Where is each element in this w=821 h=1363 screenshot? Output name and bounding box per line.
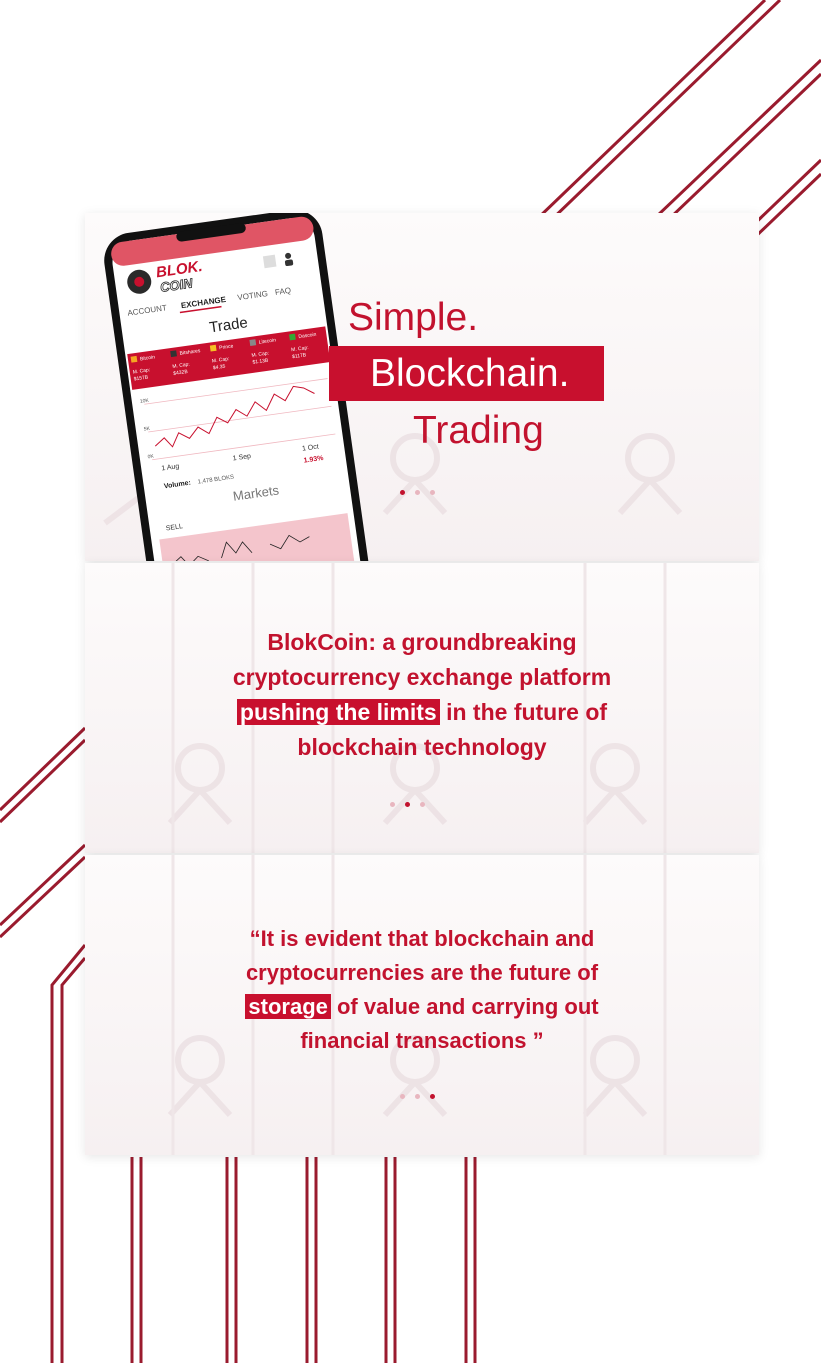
carousel-dot-1[interactable] [400,1094,405,1099]
quote-text: “It is evident that blockchain and crypt… [85,922,759,1058]
carousel-dot-1[interactable] [390,802,395,807]
headline-blockchain: Blockchain. [370,352,570,395]
hero-card: BLOK. COIN ACCOUNT EXCHANGE VOTING FAQ T… [85,213,759,561]
carousel-dots [400,1094,435,1099]
search-icon[interactable] [262,254,277,269]
carousel-dots [400,490,435,495]
quote-card: “It is evident that blockchain and crypt… [85,855,759,1155]
carousel-dot-1[interactable] [400,490,405,495]
quote-line-3: storage of value and carrying out [85,990,759,1024]
carousel-dot-3[interactable] [420,802,425,807]
carousel-dot-2[interactable] [405,802,410,807]
quote-line-1: “It is evident that blockchain and [249,926,595,951]
carousel-dot-2[interactable] [415,1094,420,1099]
quote-line-4: financial transactions ” [300,1028,544,1053]
about-line-2: cryptocurrency exchange platform [232,664,612,690]
about-card: BlokCoin: a groundbreaking cryptocurrenc… [85,563,759,853]
carousel-dot-2[interactable] [415,490,420,495]
about-highlight: pushing the limits [236,699,440,725]
quote-line-2: cryptocurrencies are the future of [245,960,599,985]
about-line-1: BlokCoin: a groundbreaking [267,629,577,655]
about-line-4: blockchain technology [297,734,547,760]
headline-simple: Simple. [348,296,479,339]
carousel-dot-3[interactable] [430,1094,435,1099]
headline-trading: Trading [413,409,544,452]
about-line-3: pushing the limits in the future of [85,695,759,730]
carousel-dots [390,802,425,807]
carousel-dot-3[interactable] [430,490,435,495]
quote-highlight: storage [245,994,331,1019]
about-text: BlokCoin: a groundbreaking cryptocurrenc… [85,625,759,765]
